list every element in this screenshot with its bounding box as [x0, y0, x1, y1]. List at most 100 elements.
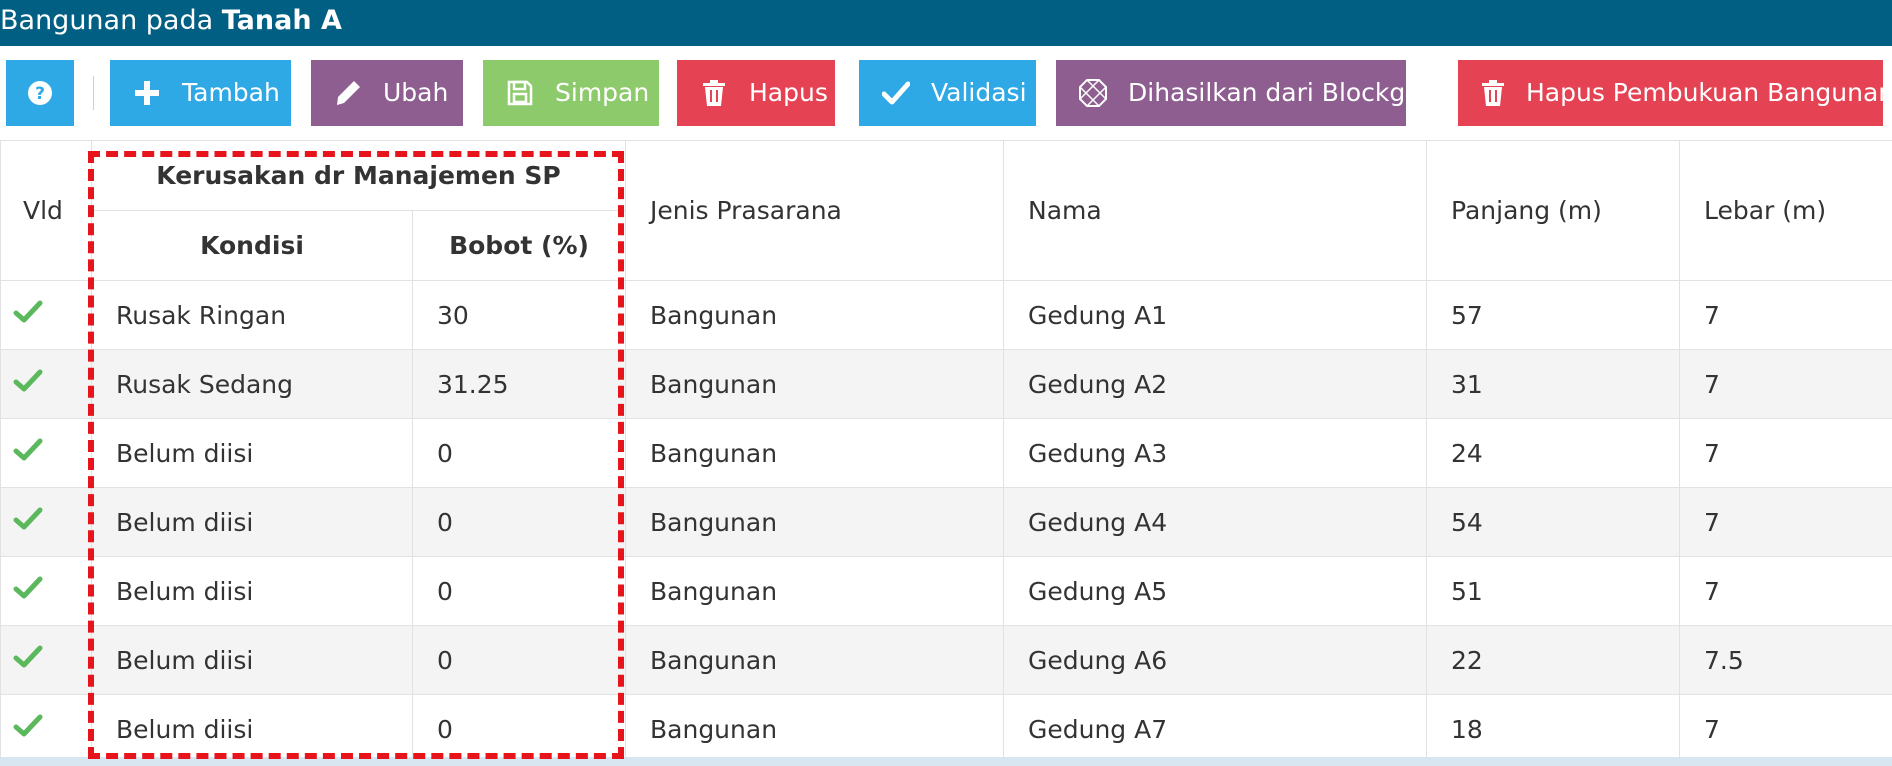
lebar-cell: 7: [1679, 556, 1892, 626]
pencil-icon: [333, 78, 363, 108]
panjang-cell: 24: [1426, 418, 1680, 488]
bobot-cell: 0: [412, 418, 626, 488]
check-icon: [13, 714, 43, 744]
vld-cell: [0, 694, 92, 764]
lebar-cell: 7: [1679, 418, 1892, 488]
nama-cell: Gedung A4: [1003, 487, 1427, 557]
simpan-label: Simpan: [555, 78, 650, 107]
table-row[interactable]: Belum diisi 0 Bangunan Gedung A6 22 7.5: [0, 625, 1892, 695]
vld-cell: [0, 625, 92, 695]
check-icon: [13, 645, 43, 675]
toolbar-divider: [93, 76, 94, 110]
lebar-cell: 7.5: [1679, 625, 1892, 695]
panjang-cell: 22: [1426, 625, 1680, 695]
bobot-cell: 30: [412, 280, 626, 350]
vld-cell: [0, 349, 92, 419]
table-row[interactable]: Rusak Sedang 31.25 Bangunan Gedung A2 31…: [0, 349, 1892, 419]
nama-cell: Gedung A6: [1003, 625, 1427, 695]
bobot-cell: 0: [412, 487, 626, 557]
toolbar: ? Tambah Ubah Simpan Hapus Validasi Diha…: [0, 46, 1892, 141]
hapus-pembukuan-label: Hapus Pembukuan Bangunan: [1526, 78, 1892, 107]
nama-cell: Gedung A2: [1003, 349, 1427, 419]
kondisi-cell: Belum diisi: [91, 694, 413, 764]
help-button[interactable]: ?: [6, 60, 74, 126]
simpan-button[interactable]: Simpan: [483, 60, 659, 126]
jenis-cell: Bangunan: [625, 694, 1004, 764]
panjang-cell: 54: [1426, 487, 1680, 557]
table-row[interactable]: Belum diisi 0 Bangunan Gedung A4 54 7: [0, 487, 1892, 557]
vld-cell: [0, 418, 92, 488]
jenis-cell: Bangunan: [625, 556, 1004, 626]
floppy-disk-icon: [505, 78, 535, 108]
blockgrant-label: Dihasilkan dari Blockgrant: [1128, 78, 1457, 107]
panjang-cell: 57: [1426, 280, 1680, 350]
bobot-cell: 31.25: [412, 349, 626, 419]
kondisi-cell: Belum diisi: [91, 625, 413, 695]
lebar-cell: 7: [1679, 487, 1892, 557]
kondisi-cell: Rusak Ringan: [91, 280, 413, 350]
vld-cell: [0, 280, 92, 350]
col-header-bobot[interactable]: Bobot (%): [412, 210, 626, 281]
bangunan-table: Vld Kerusakan dr Manajemen SP Jenis Pras…: [0, 140, 1892, 764]
trash-icon: [699, 78, 729, 108]
trash-icon: [1480, 78, 1506, 108]
vld-cell: [0, 487, 92, 557]
table-row[interactable]: Belum diisi 0 Bangunan Gedung A3 24 7: [0, 418, 1892, 488]
bobot-cell: 0: [412, 625, 626, 695]
title-prefix: Bangunan pada: [0, 5, 222, 36]
svg-text:?: ?: [35, 84, 45, 104]
lebar-cell: 7: [1679, 349, 1892, 419]
validasi-label: Validasi: [931, 78, 1027, 107]
vld-cell: [0, 556, 92, 626]
kondisi-cell: Rusak Sedang: [91, 349, 413, 419]
blockgrant-button[interactable]: Dihasilkan dari Blockgrant: [1056, 60, 1457, 126]
bobot-cell: 0: [412, 694, 626, 764]
bobot-cell: 0: [412, 556, 626, 626]
check-icon: [13, 369, 43, 399]
jenis-cell: Bangunan: [625, 349, 1004, 419]
table-footer-strip: [0, 757, 1892, 766]
check-icon: [881, 78, 911, 108]
check-icon: [13, 507, 43, 537]
table-row[interactable]: Belum diisi 0 Bangunan Gedung A7 18 7: [0, 694, 1892, 764]
ubah-label: Ubah: [383, 78, 449, 107]
col-header-vld[interactable]: Vld: [0, 140, 92, 281]
kondisi-cell: Belum diisi: [91, 418, 413, 488]
tambah-button[interactable]: Tambah: [110, 60, 291, 126]
lebar-cell: 7: [1679, 694, 1892, 764]
nama-cell: Gedung A3: [1003, 418, 1427, 488]
panjang-cell: 18: [1426, 694, 1680, 764]
col-header-panjang[interactable]: Panjang (m): [1426, 140, 1680, 281]
col-header-jenis[interactable]: Jenis Prasarana: [625, 140, 1004, 281]
kondisi-cell: Belum diisi: [91, 556, 413, 626]
validasi-button[interactable]: Validasi: [859, 60, 1036, 126]
jenis-cell: Bangunan: [625, 280, 1004, 350]
col-header-nama[interactable]: Nama: [1003, 140, 1427, 281]
ubah-button[interactable]: Ubah: [311, 60, 463, 126]
table-row[interactable]: Rusak Ringan 30 Bangunan Gedung A1 57 7: [0, 280, 1892, 350]
lebar-cell: 7: [1679, 280, 1892, 350]
jenis-cell: Bangunan: [625, 487, 1004, 557]
col-header-kondisi[interactable]: Kondisi: [91, 210, 413, 281]
plus-icon: [132, 78, 162, 108]
hapus-pembukuan-button[interactable]: Hapus Pembukuan Bangunan: [1458, 60, 1892, 126]
nama-cell: Gedung A7: [1003, 694, 1427, 764]
check-icon: [13, 576, 43, 606]
polygon-icon: [1078, 78, 1108, 108]
nama-cell: Gedung A5: [1003, 556, 1427, 626]
question-circle-icon: ?: [27, 80, 53, 106]
panjang-cell: 31: [1426, 349, 1680, 419]
col-header-lebar[interactable]: Lebar (m): [1679, 140, 1892, 281]
check-icon: [13, 300, 43, 330]
hapus-label: Hapus: [749, 78, 828, 107]
check-icon: [13, 438, 43, 468]
hapus-button[interactable]: Hapus: [677, 60, 835, 126]
col-group-kerusakan: Kerusakan dr Manajemen SP: [91, 140, 626, 211]
jenis-cell: Bangunan: [625, 418, 1004, 488]
title-bold: Tanah A: [221, 5, 342, 36]
table-row[interactable]: Belum diisi 0 Bangunan Gedung A5 51 7: [0, 556, 1892, 626]
window-title: Bangunan pada Tanah A: [0, 0, 1892, 46]
nama-cell: Gedung A1: [1003, 280, 1427, 350]
kondisi-cell: Belum diisi: [91, 487, 413, 557]
panjang-cell: 51: [1426, 556, 1680, 626]
